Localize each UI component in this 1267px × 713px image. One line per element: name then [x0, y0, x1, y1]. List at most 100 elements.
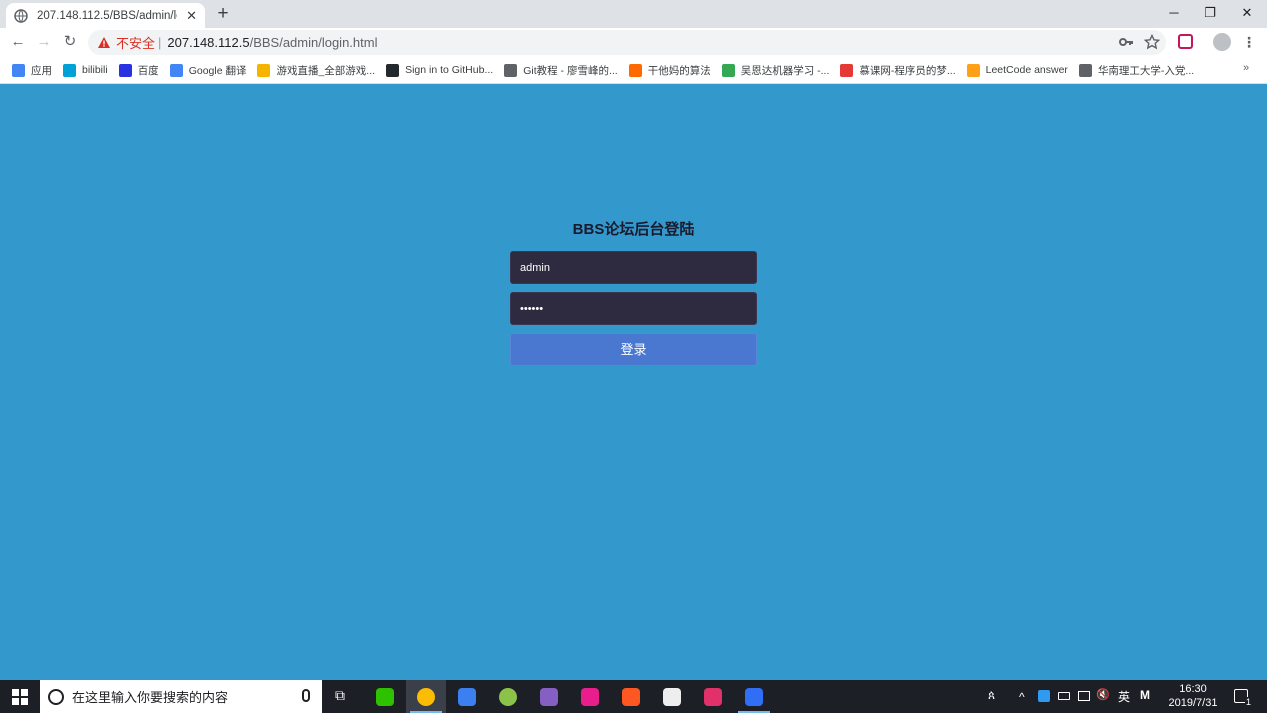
clock-time: 16:30	[1179, 683, 1207, 695]
bookmark-item[interactable]: 慕课网-程序员的梦...	[840, 63, 956, 78]
notification-center-icon[interactable]: 1	[1234, 689, 1252, 707]
taskbar-search-box[interactable]: 在这里输入你要搜索的内容	[40, 680, 322, 713]
bookmark-favicon-icon	[169, 63, 183, 77]
bookmark-label: 华南理工大学-入党...	[1097, 64, 1195, 77]
battery-icon[interactable]	[1058, 692, 1070, 700]
visual-studio-icon	[540, 688, 558, 706]
bookmarks-overflow-button[interactable]: »	[1243, 62, 1249, 74]
wps-icon	[745, 688, 763, 706]
baidu-netdisk-icon	[458, 688, 476, 706]
intellij-icon	[704, 688, 722, 706]
wechat-icon	[376, 688, 394, 706]
taskbar-clock[interactable]: 16:30 2019/7/31	[1166, 682, 1220, 710]
key-icon[interactable]	[1118, 34, 1134, 50]
bookmark-favicon-icon	[257, 63, 271, 77]
clock-date: 2019/7/31	[1168, 697, 1218, 709]
bookmark-favicon-icon	[504, 63, 518, 77]
taskbar-app-visual-studio[interactable]	[529, 680, 569, 713]
bookmark-label: 吴恩达机器学习 -...	[740, 64, 830, 77]
extension-icon[interactable]	[1178, 34, 1193, 49]
bookmark-item[interactable]: 应用	[12, 63, 52, 78]
bookmark-item[interactable]: Google 翻译	[169, 63, 247, 78]
cortana-icon	[48, 688, 64, 705]
bookmark-item[interactable]: LeetCode answer	[966, 63, 1068, 77]
taskbar-search-placeholder: 在这里输入你要搜索的内容	[72, 690, 229, 705]
browser-toolbar: ← → ↻ 不安全 | 207.148.112.5 /BBS/admin/log…	[0, 28, 1267, 57]
url-path: /BBS/admin/login.html	[249, 35, 378, 50]
login-title: BBS论坛后台登陆	[572, 221, 695, 238]
chrome-icon	[417, 688, 435, 706]
windows-taskbar: 在这里输入你要搜索的内容 ⧉ ጰ ^ 🔇 英 M 16:30 2019/7/31…	[0, 680, 1267, 713]
bookmarks-bar: 应用 bilibili 百度 Google 翻译 游戏直播_全部游戏... Sign in…	[0, 57, 1267, 84]
bookmark-favicon-icon	[118, 63, 132, 77]
profile-avatar[interactable]	[1213, 33, 1231, 51]
ime-mode-icon[interactable]: M	[1140, 688, 1150, 702]
bookmark-item[interactable]: 干他妈的算法	[628, 63, 711, 78]
notification-count: 1	[1244, 697, 1252, 707]
bookmark-favicon-icon	[1078, 63, 1092, 77]
taskbar-app-qq[interactable]	[652, 680, 692, 713]
back-button[interactable]: ←	[8, 32, 28, 52]
windows-start-icon[interactable]	[12, 689, 28, 705]
green-globe-icon	[499, 688, 517, 706]
bookmark-label: Sign in to GitHub...	[405, 64, 494, 76]
login-button[interactable]: 登录	[510, 333, 757, 366]
bookmark-favicon-icon	[840, 63, 854, 77]
reload-button[interactable]: ↻	[60, 32, 80, 52]
bookmark-label: 慕课网-程序员的梦...	[859, 64, 956, 77]
taskbar-app-pink-arrow[interactable]	[570, 680, 610, 713]
new-tab-button[interactable]: +	[213, 4, 233, 24]
password-input[interactable]	[510, 292, 757, 325]
network-icon[interactable]	[1078, 691, 1090, 701]
bookmark-item[interactable]: Git教程 - 廖雪峰的...	[504, 63, 618, 78]
browser-tab[interactable]: 207.148.112.5/BBS/admin/login.html ✕	[6, 3, 205, 28]
bookmark-favicon-icon	[12, 63, 25, 77]
task-view-icon[interactable]: ⧉	[335, 687, 345, 704]
warning-icon	[98, 37, 110, 48]
taskbar-app-paint-app[interactable]	[611, 680, 651, 713]
taskbar-app-chrome[interactable]	[406, 680, 446, 713]
taskbar-app-baidu-netdisk[interactable]	[447, 680, 487, 713]
taskbar-app-wps[interactable]	[734, 680, 774, 713]
bookmark-item[interactable]: 华南理工大学-入党...	[1078, 63, 1195, 78]
bookmark-favicon-icon	[721, 63, 735, 77]
bookmark-label: 百度	[137, 64, 159, 77]
people-icon[interactable]: ጰ	[988, 688, 995, 703]
tab-strip: 207.148.112.5/BBS/admin/login.html ✕ + ─…	[0, 0, 1267, 28]
url-separator: |	[158, 35, 162, 50]
tab-title: 207.148.112.5/BBS/admin/login.html	[37, 9, 177, 22]
bookmark-item[interactable]: 吴恩达机器学习 -...	[721, 63, 830, 78]
taskbar-app-intellij[interactable]	[693, 680, 733, 713]
bookmark-favicon-icon	[63, 63, 76, 77]
bookmark-label: 应用	[31, 64, 52, 77]
bookmark-label: bilibili	[82, 64, 108, 76]
browser-menu-button[interactable]: ⋮	[1242, 32, 1256, 52]
tray-chevron-icon[interactable]: ^	[1019, 690, 1025, 704]
bookmark-favicon-icon	[966, 63, 980, 77]
qq-icon	[663, 688, 681, 706]
bookmark-label: 游戏直播_全部游戏...	[276, 64, 376, 77]
microphone-icon[interactable]	[302, 689, 310, 702]
forward-button[interactable]: →	[34, 32, 54, 52]
bookmark-favicon-icon	[386, 63, 400, 77]
address-bar[interactable]: 不安全 | 207.148.112.5 /BBS/admin/login.htm…	[88, 30, 1166, 55]
tab-close-icon[interactable]: ✕	[186, 8, 197, 24]
bookmark-item[interactable]: Sign in to GitHub...	[386, 63, 494, 77]
star-icon[interactable]	[1144, 34, 1160, 50]
input-method-indicator[interactable]: 英	[1118, 688, 1130, 705]
security-status[interactable]: 不安全	[116, 33, 155, 52]
username-input[interactable]	[510, 251, 757, 284]
bookmark-label: Google 翻译	[188, 64, 247, 77]
pink-arrow-icon	[581, 688, 599, 706]
taskbar-app-green-globe[interactable]	[488, 680, 528, 713]
bookmark-label: Git教程 - 廖雪峰的...	[523, 64, 618, 77]
volume-muted-icon[interactable]: 🔇	[1096, 688, 1110, 701]
bookmark-item[interactable]: 百度	[118, 63, 159, 78]
window-close-button[interactable]: ✕	[1224, 2, 1267, 26]
bookmark-item[interactable]: bilibili	[63, 63, 108, 77]
taskbar-app-wechat[interactable]	[365, 680, 405, 713]
globe-icon	[14, 8, 28, 23]
bookmark-favicon-icon	[628, 63, 642, 77]
onedrive-icon[interactable]	[1038, 690, 1050, 702]
bookmark-item[interactable]: 游戏直播_全部游戏...	[257, 63, 375, 78]
